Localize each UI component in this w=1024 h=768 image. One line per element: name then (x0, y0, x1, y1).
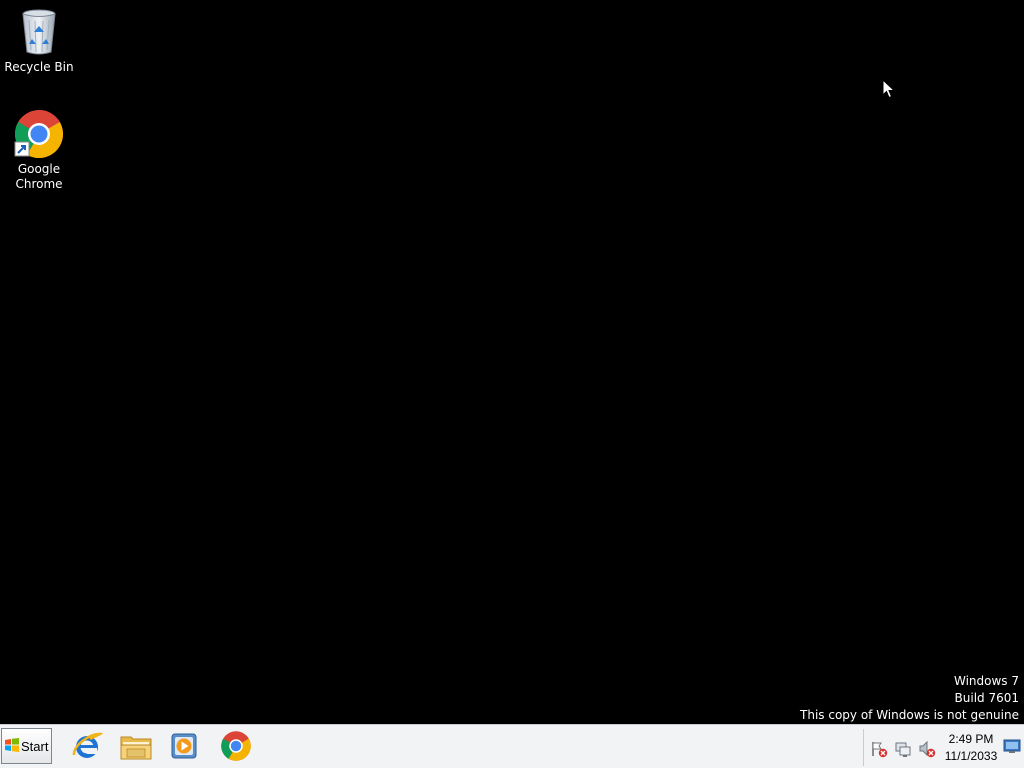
desktop-icon-label: Google (17, 162, 61, 176)
taskbar-internet-explorer[interactable] (67, 729, 107, 765)
taskbar-windows-explorer[interactable] (116, 729, 156, 765)
system-clock[interactable]: 2:49 PM 11/1/2033 (940, 731, 1002, 765)
chrome-icon (220, 730, 252, 765)
show-desktop-button[interactable] (1003, 737, 1021, 755)
desktop-icon-label: Chrome (15, 177, 63, 191)
action-center-flag-icon[interactable] (870, 740, 888, 758)
clock-time: 2:49 PM (948, 732, 994, 746)
desktop[interactable]: Recycle Bin Google Chrome Windows 7 Buil… (0, 0, 1024, 724)
media-player-icon (170, 731, 200, 764)
network-icon[interactable] (894, 740, 912, 758)
start-label: Start (21, 738, 49, 754)
volume-icon[interactable] (918, 740, 936, 758)
start-button[interactable]: Start (1, 728, 52, 764)
clock-date: 11/1/2033 (944, 749, 998, 763)
taskbar-google-chrome[interactable] (216, 729, 256, 765)
notification-area (863, 729, 938, 766)
watermark-os-name: Windows 7 (953, 674, 1019, 688)
taskbar: Start 2:49 PM 11/1/2033 (0, 724, 1024, 768)
chrome-icon (13, 108, 65, 160)
windows-logo-icon (5, 737, 19, 755)
recycle-bin-icon (13, 6, 65, 58)
desktop-icon-google-chrome[interactable]: Google Chrome (1, 108, 77, 192)
folder-icon (119, 731, 153, 764)
windows-watermark: Windows 7 Build 7601 This copy of Window… (800, 673, 1019, 724)
monitor-icon (1003, 739, 1021, 758)
watermark-not-genuine: This copy of Windows is not genuine (800, 708, 1019, 722)
taskbar-media-player[interactable] (165, 729, 205, 765)
internet-explorer-icon (71, 730, 104, 765)
mouse-pointer-icon (882, 78, 896, 102)
watermark-build: Build 7601 (954, 691, 1019, 705)
desktop-icon-label: Recycle Bin (4, 60, 74, 74)
desktop-icon-recycle-bin[interactable]: Recycle Bin (1, 6, 77, 75)
